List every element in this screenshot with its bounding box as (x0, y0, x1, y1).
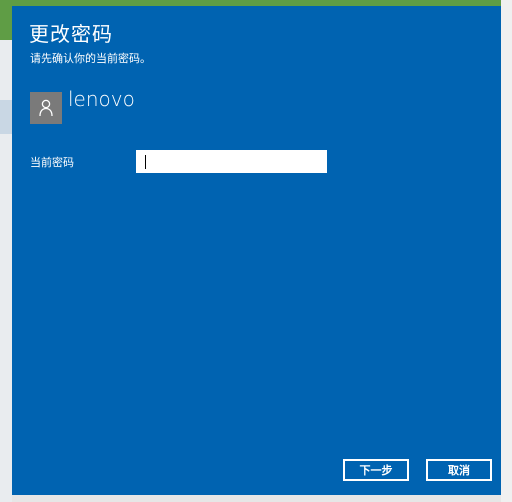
dialog-title: 更改密码 (29, 22, 113, 46)
user-icon (39, 99, 53, 117)
change-password-dialog: 更改密码 请先确认你的当前密码。 lenovo 当前密码 下一步 取消 (12, 6, 501, 495)
account-username: lenovo (68, 87, 135, 111)
avatar (30, 92, 62, 124)
background-window-edge-left (0, 0, 12, 502)
background-window-edge-right (501, 0, 512, 502)
background-window-edge-bottom (12, 495, 501, 502)
text-caret (145, 155, 146, 169)
background-list-fragment (0, 100, 12, 134)
background-image-fragment (0, 0, 12, 40)
next-button[interactable]: 下一步 (343, 459, 409, 481)
cancel-button[interactable]: 取消 (426, 459, 492, 481)
current-password-field[interactable] (136, 150, 327, 173)
current-password-label: 当前密码 (30, 156, 74, 169)
dialog-subtitle: 请先确认你的当前密码。 (30, 52, 151, 65)
